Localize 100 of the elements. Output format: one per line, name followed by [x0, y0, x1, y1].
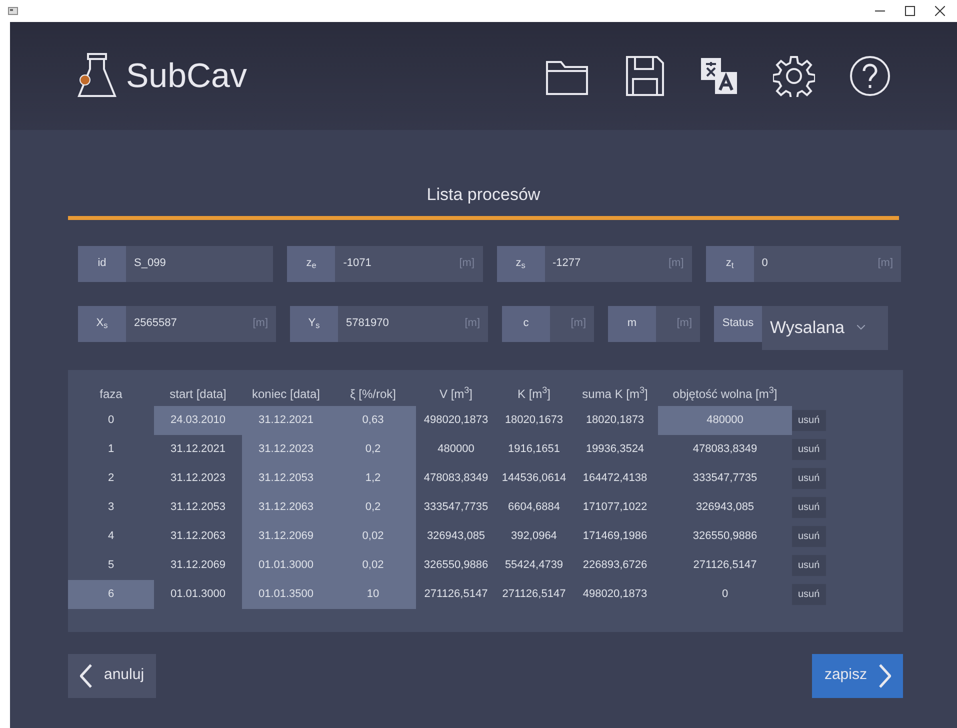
table-cell-text: 3 [106, 500, 116, 515]
table-cell-text: 392,0964 [510, 528, 558, 544]
table-cell: 1,2 [330, 464, 416, 492]
table-cell-text: 171077,1022 [582, 500, 648, 515]
column-header: faza [98, 386, 124, 402]
table-cell: 18020,1873 [572, 406, 658, 434]
field-label: z$_{s}$ [496, 246, 544, 282]
table-cell: 271126,5147 [416, 580, 496, 608]
table-cell-text: 498020,1873 [582, 586, 648, 602]
table-cell-text: 2 [106, 470, 116, 486]
table-cell: 31.12.2053 [242, 464, 330, 492]
table-cell-text: 4 [106, 528, 116, 544]
table-cell: 24.03.2010 [154, 406, 242, 434]
table-cell: 326943,085 [658, 492, 792, 522]
table-cell: 31.12.2023 [154, 464, 242, 492]
settings-icon[interactable] [773, 55, 815, 97]
status-dropdown[interactable]: Wysalana [762, 306, 888, 350]
field-label: id [78, 246, 126, 282]
chevron-down-icon [856, 325, 864, 330]
table-cell: 1 [68, 434, 154, 464]
table-cell: 478083,8349 [416, 464, 496, 492]
cancel-button[interactable]: anuluj [68, 654, 156, 698]
field-label: Status [714, 306, 762, 342]
table-cell: 0,2 [330, 434, 416, 464]
translate-icon[interactable] [699, 56, 739, 96]
save-icon[interactable] [625, 55, 665, 97]
flask-icon [76, 52, 118, 100]
table-cell: 31.12.2069 [242, 522, 330, 550]
column-header: start [data] [168, 386, 228, 402]
table-cell: 19936,3524 [572, 434, 658, 464]
maximize-icon[interactable] [905, 6, 915, 16]
field-label: z$_{e}$ [287, 246, 336, 282]
table-cell-text: 144536,0614 [500, 470, 568, 486]
table-cell: 0,02 [330, 550, 416, 580]
field-value: 0 [760, 256, 769, 272]
delete-button[interactable]: usuń [792, 526, 826, 546]
save-button[interactable]: zapisz [812, 654, 903, 698]
table-cell: 31.12.2023 [242, 434, 330, 464]
page-title: Lista procesów [426, 184, 540, 206]
table-cell-text: 55424,4739 [504, 558, 564, 573]
column-header: objętość wolna [m$^{3}$] [672, 384, 778, 402]
table-cell-text: 171469,1986 [582, 528, 648, 544]
table-cell-text: 164472,4138 [582, 470, 648, 486]
table-cell: 01.01.3000 [154, 580, 242, 608]
delete-button[interactable]: usuń [792, 438, 826, 460]
table-cell-text: 226893,6726 [582, 558, 648, 573]
table-cell: 31.12.2021 [242, 406, 330, 434]
table-cell: 0 [68, 406, 154, 434]
table-cell: 31.12.2021 [154, 434, 242, 464]
field-value: -1277 [552, 256, 582, 272]
table-cell: 0,63 [330, 406, 416, 434]
chevron-left-icon [80, 664, 92, 688]
table-cell: 333547,7735 [658, 464, 792, 492]
delete-button[interactable]: usuń [792, 468, 826, 488]
field-label: z$_{t}$ [706, 246, 754, 282]
table-cell: 31.12.2063 [242, 492, 330, 522]
table-cell: 480000 [416, 434, 496, 464]
table-cell: 31.12.2069 [154, 550, 242, 580]
delete-button[interactable]: usuń [792, 554, 826, 576]
column-header: ξ [%/rok] [348, 386, 398, 402]
column-header: K [m$^{3}$] [516, 384, 552, 402]
table-cell-text: 18020,1673 [504, 412, 564, 428]
table-cell: 6 [68, 580, 154, 608]
table-cell-text: 271126,5147 [501, 586, 567, 602]
table-cell: 326550,9886 [658, 522, 792, 550]
field-value: S_099 [133, 256, 167, 272]
chevron-right-icon [879, 664, 891, 688]
table-cell-text: 5 [106, 558, 116, 573]
delete-button[interactable]: usuń [792, 496, 826, 518]
table-cell-text: 6604,6884 [507, 500, 561, 515]
field-label: c [502, 306, 550, 342]
table-cell: 10 [330, 580, 416, 608]
help-icon[interactable] [849, 55, 891, 97]
column-header: suma K [m$^{3}$] [581, 384, 649, 402]
delete-button[interactable]: usuń [792, 410, 826, 430]
column-header: koniec [data] [250, 386, 322, 402]
table-cell: 0 [658, 580, 792, 608]
field-label: X$_{s}$ [78, 306, 126, 342]
table-cell: 326550,9886 [416, 550, 496, 580]
field-label: m [608, 306, 656, 342]
app-name: SubCav [126, 56, 247, 96]
table-cell-text: 1916,1651 [507, 442, 561, 457]
table-cell: 333547,7735 [416, 492, 496, 522]
table-cell: 01.01.3000 [242, 550, 330, 580]
table-cell: 31.12.2063 [154, 522, 242, 550]
app-icon [8, 7, 18, 15]
table-cell: 31.12.2053 [154, 492, 242, 522]
table-cell: 0,2 [330, 492, 416, 522]
table-cell: 271126,5147 [658, 550, 792, 580]
field-value: -1071 [342, 256, 372, 272]
table-cell: 480000 [658, 406, 792, 434]
input-field[interactable]: id S_099 [78, 246, 274, 282]
field-label: Y$_{s}$ [290, 306, 338, 342]
delete-button[interactable]: usuń [792, 584, 826, 604]
field-value: 2565587 [133, 316, 178, 332]
close-icon[interactable] [935, 6, 945, 16]
table-cell: 498020,1873 [416, 406, 496, 434]
table-cell: 0,02 [330, 522, 416, 550]
table-cell: 01.01.3500 [242, 580, 330, 608]
column-header: V [m$^{3}$] [438, 384, 474, 402]
